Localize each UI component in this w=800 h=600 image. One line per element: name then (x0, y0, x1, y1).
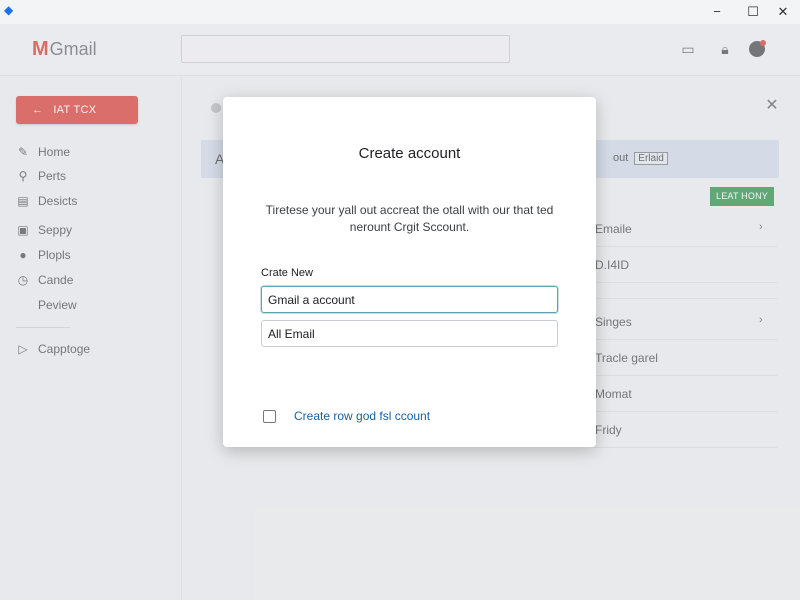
email-input[interactable] (261, 320, 558, 347)
maximize-icon[interactable]: ☐ (745, 4, 761, 20)
create-account-checkbox[interactable] (263, 410, 276, 423)
window-titlebar: ◆ − ☐ ✕ (0, 0, 800, 24)
back-arrow-icon[interactable]: ◆ (4, 4, 16, 16)
close-window-icon[interactable]: ✕ (775, 4, 791, 20)
create-account-link[interactable]: Create row god fsl ccount (294, 409, 430, 423)
field-label: Crate New (261, 267, 313, 279)
dialog-title: Create account (358, 145, 461, 162)
create-account-dialog: Create account Tiretese your yall out ac… (223, 97, 596, 447)
minimize-icon[interactable]: − (709, 4, 725, 20)
account-name-input[interactable] (261, 286, 558, 313)
dialog-description: Tiretese your yall out accreat the otall… (265, 203, 554, 234)
